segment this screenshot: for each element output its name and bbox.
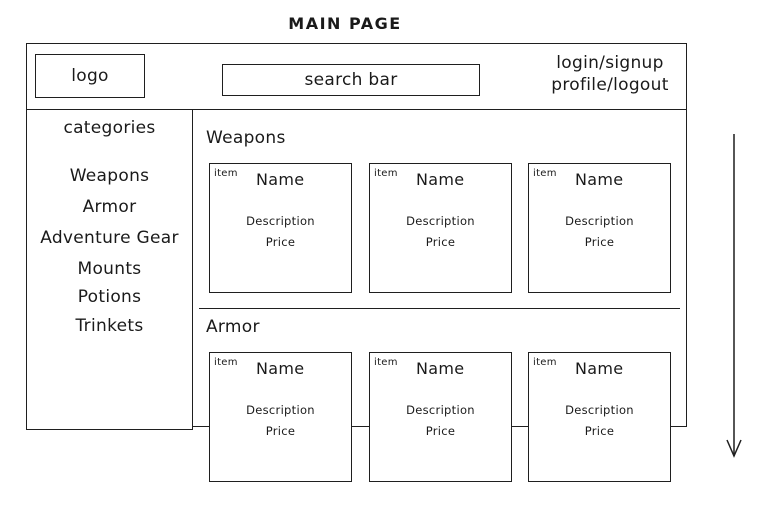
item-tag: item	[214, 168, 238, 179]
item-price: Price	[265, 424, 296, 438]
item-tag: item	[214, 357, 238, 368]
item-name: Name	[256, 170, 305, 189]
sidebar-item-mounts[interactable]: Mounts	[26, 259, 193, 279]
sidebar-item-weapons[interactable]: Weapons	[26, 166, 193, 186]
item-name: Name	[416, 359, 465, 378]
section-divider	[199, 308, 680, 309]
categories-title: categories	[63, 118, 156, 138]
item-description: Description	[406, 214, 475, 228]
search-bar[interactable]: search bar	[222, 64, 480, 96]
item-name: Name	[256, 359, 305, 378]
page-title: MAIN PAGE	[288, 14, 402, 33]
item-description: Description	[565, 214, 634, 228]
item-price: Price	[584, 235, 615, 249]
item-description: Description	[565, 403, 634, 417]
item-description: Description	[246, 403, 315, 417]
item-tag: item	[374, 168, 398, 179]
item-price: Price	[584, 424, 615, 438]
sidebar-item-trinkets[interactable]: Trinkets	[26, 316, 193, 336]
item-card[interactable]: item Name Description Price	[209, 352, 352, 482]
item-tag: item	[533, 357, 557, 368]
item-tag: item	[374, 357, 398, 368]
item-card[interactable]: item Name Description Price	[369, 163, 512, 293]
item-description: Description	[246, 214, 315, 228]
scroll-down-arrow-icon	[726, 134, 742, 458]
sidebar-item-adventure-gear[interactable]: Adventure Gear	[26, 228, 193, 248]
auth-links: login/signup profile/logout	[540, 52, 680, 96]
sidebar-item-potions[interactable]: Potions	[26, 287, 193, 307]
item-card[interactable]: item Name Description Price	[528, 352, 671, 482]
sidebar-item-armor[interactable]: Armor	[26, 197, 193, 217]
item-price: Price	[425, 235, 456, 249]
item-price: Price	[265, 235, 296, 249]
login-signup-link[interactable]: login/signup	[540, 52, 680, 74]
item-name: Name	[575, 170, 624, 189]
item-tag: item	[533, 168, 557, 179]
section-title-weapons: Weapons	[206, 128, 286, 148]
item-card[interactable]: item Name Description Price	[528, 163, 671, 293]
section-title-armor: Armor	[206, 317, 260, 337]
item-name: Name	[575, 359, 624, 378]
item-card[interactable]: item Name Description Price	[209, 163, 352, 293]
item-name: Name	[416, 170, 465, 189]
logo[interactable]: logo	[35, 54, 145, 98]
item-card[interactable]: item Name Description Price	[369, 352, 512, 482]
profile-logout-link[interactable]: profile/logout	[540, 74, 680, 96]
item-price: Price	[425, 424, 456, 438]
item-description: Description	[406, 403, 475, 417]
